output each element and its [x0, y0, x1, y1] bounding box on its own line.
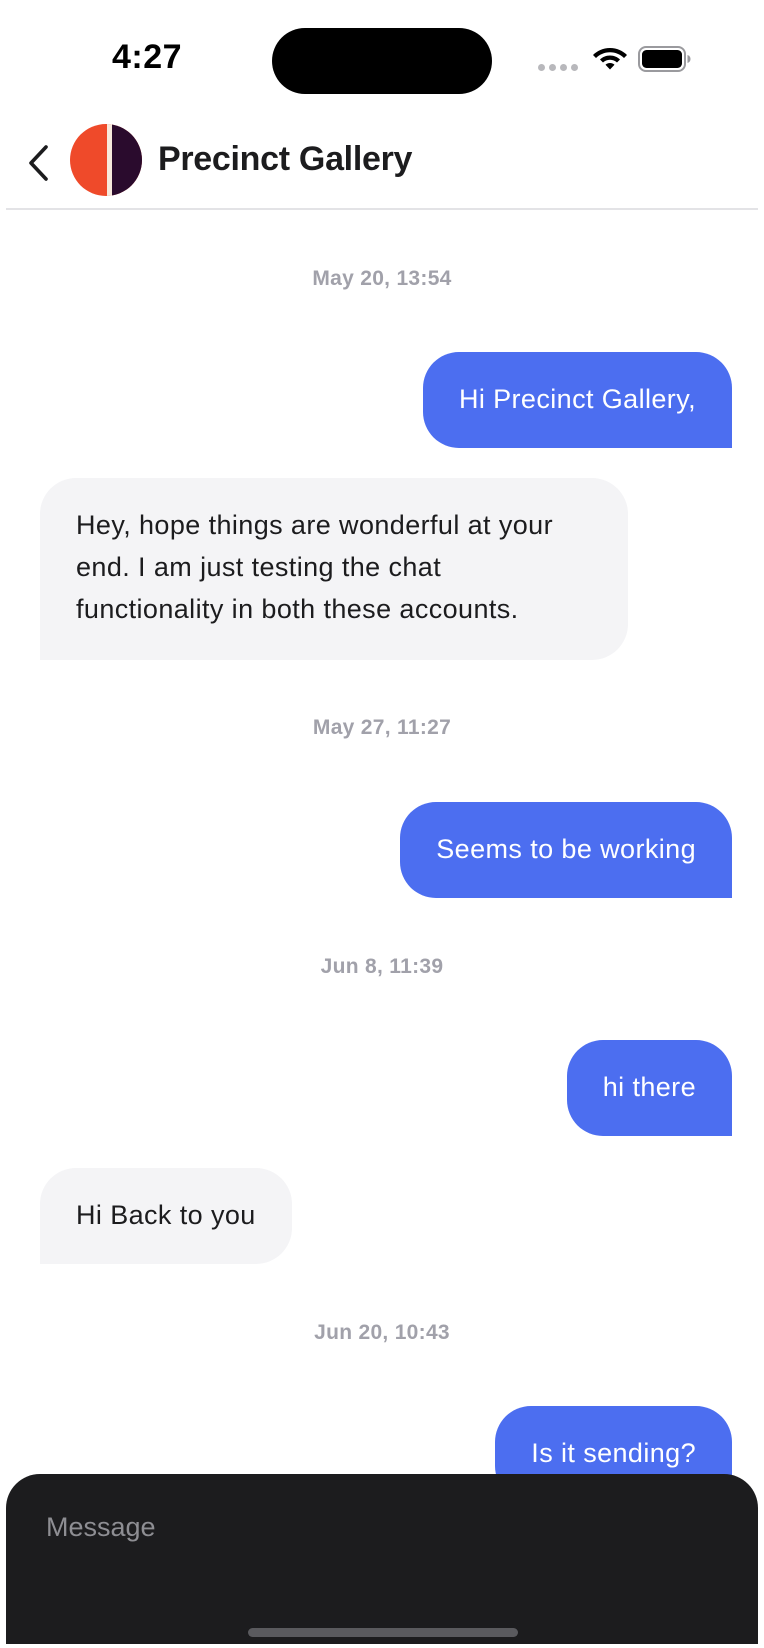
chevron-left-icon: [29, 145, 48, 181]
message-timestamp: May 20, 13:54: [312, 267, 452, 290]
avatar-stripe: [107, 124, 112, 196]
home-indicator: [248, 1628, 518, 1637]
back-button[interactable]: [16, 138, 60, 188]
dynamic-island: [272, 28, 492, 94]
status-time: 4:27: [112, 38, 183, 76]
outgoing-message-bubble[interactable]: Hi Precinct Gallery,: [422, 352, 732, 448]
chat-header: Precinct Gallery: [0, 120, 764, 210]
incoming-message-bubble[interactable]: Hey, hope things are wonderful at your e…: [40, 478, 628, 660]
status-bar: 4:27: [0, 0, 764, 120]
avatar-dark-half: [112, 124, 142, 196]
message-timestamp: May 27, 11:27: [312, 716, 452, 739]
outgoing-message-bubble[interactable]: hi there: [566, 1040, 732, 1136]
incoming-message-bubble[interactable]: Hi Back to you: [40, 1168, 292, 1264]
message-input[interactable]: [46, 1502, 726, 1552]
cellular-signal-icon: [538, 64, 578, 71]
battery-icon: [638, 46, 691, 72]
outgoing-message-bubble[interactable]: Seems to be working: [400, 802, 732, 898]
avatar[interactable]: [70, 124, 142, 196]
status-icons: [538, 42, 698, 76]
contact-name[interactable]: Precinct Gallery: [158, 140, 412, 179]
wifi-icon: [593, 48, 627, 70]
message-timestamp: Jun 8, 11:39: [320, 955, 444, 978]
message-list[interactable]: May 20, 13:54 Hi Precinct Gallery, Hey, …: [0, 210, 764, 1502]
message-timestamp: Jun 20, 10:43: [314, 1321, 450, 1344]
message-composer: [6, 1474, 758, 1644]
